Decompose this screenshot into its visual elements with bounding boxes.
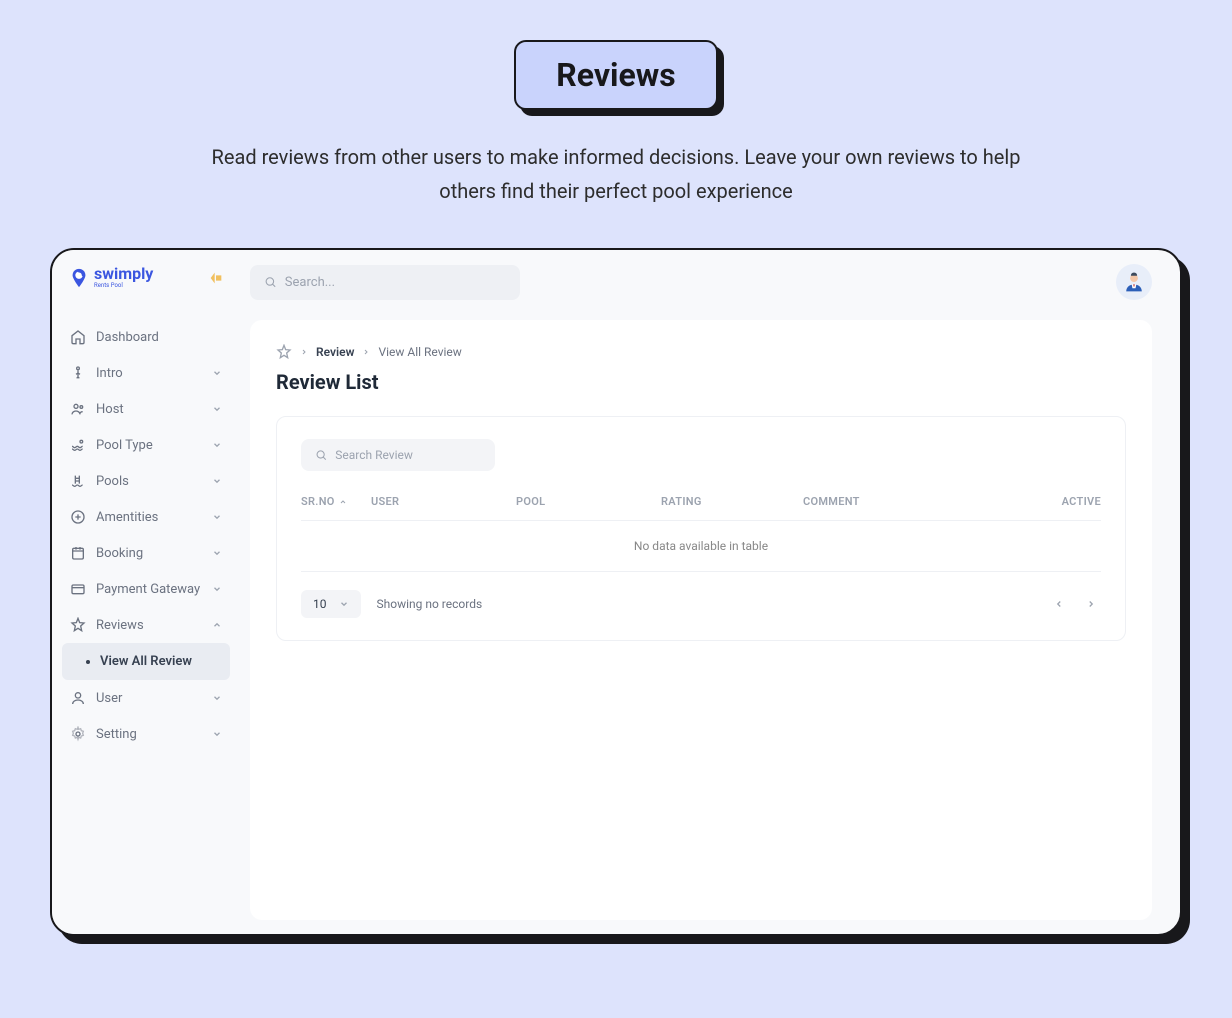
- sidebar: swimply Rents Pool Dashboard Intro: [52, 250, 240, 934]
- sidebar-item-user[interactable]: User: [62, 680, 230, 716]
- content-card: Review View All Review Review List SR.NO: [250, 320, 1152, 920]
- page-header-description: Read reviews from other users to make in…: [186, 140, 1046, 208]
- bullet-icon: [86, 660, 90, 664]
- sidebar-item-pool-type[interactable]: Pool Type: [62, 427, 230, 463]
- users-icon: [70, 401, 86, 417]
- plus-circle-icon: [70, 509, 86, 525]
- breadcrumb: Review View All Review: [276, 344, 1126, 360]
- star-icon: [70, 617, 86, 633]
- sidebar-subitem-label: View All Review: [100, 654, 192, 669]
- breadcrumb-item: View All Review: [378, 345, 461, 359]
- swim-icon: [70, 437, 86, 453]
- avatar[interactable]: [1116, 264, 1152, 300]
- sidebar-item-intro[interactable]: Intro: [62, 355, 230, 391]
- sidebar-item-payment-gateway[interactable]: Payment Gateway: [62, 571, 230, 607]
- page-size-select[interactable]: 10: [301, 590, 361, 618]
- chevron-up-icon: [212, 620, 222, 630]
- sidebar-item-dashboard[interactable]: Dashboard: [62, 319, 230, 355]
- review-search[interactable]: [301, 439, 495, 471]
- chevron-down-icon: [212, 548, 222, 558]
- sidebar-item-pools[interactable]: Pools: [62, 463, 230, 499]
- calendar-icon: [70, 545, 86, 561]
- chevron-down-icon: [339, 599, 349, 609]
- collapse-sidebar-icon[interactable]: [208, 270, 224, 286]
- table-footer: 10 Showing no records: [301, 572, 1101, 618]
- column-comment[interactable]: COMMENT: [803, 495, 971, 508]
- sidebar-item-booking[interactable]: Booking: [62, 535, 230, 571]
- column-active[interactable]: ACTIVE: [971, 495, 1101, 508]
- column-srno[interactable]: SR.NO: [301, 495, 371, 508]
- logo-tagline: Rents Pool: [94, 282, 153, 289]
- chevron-down-icon: [212, 693, 222, 703]
- column-pool[interactable]: POOL: [516, 495, 661, 508]
- logo[interactable]: swimply Rents Pool: [68, 266, 153, 289]
- gear-icon: [70, 726, 86, 742]
- global-search[interactable]: [250, 265, 520, 300]
- chevron-down-icon: [212, 368, 222, 378]
- topbar: [250, 264, 1152, 300]
- empty-state: No data available in table: [301, 521, 1101, 572]
- column-rating[interactable]: RATING: [661, 495, 803, 508]
- credit-card-icon: [70, 581, 86, 597]
- sidebar-item-label: Pool Type: [96, 438, 153, 453]
- records-text: Showing no records: [377, 597, 483, 611]
- sidebar-subitem-view-all-review[interactable]: View All Review: [62, 643, 230, 680]
- sidebar-item-setting[interactable]: Setting: [62, 716, 230, 752]
- pagination: [1049, 594, 1101, 614]
- search-icon: [315, 448, 327, 462]
- sidebar-item-reviews[interactable]: Reviews: [62, 607, 230, 643]
- logo-text: swimply: [94, 266, 153, 282]
- sidebar-item-label: User: [96, 691, 122, 706]
- sidebar-item-host[interactable]: Host: [62, 391, 230, 427]
- chevron-down-icon: [212, 584, 222, 594]
- breadcrumb-item[interactable]: Review: [316, 345, 354, 359]
- chevron-down-icon: [212, 404, 222, 414]
- main-area: Review View All Review Review List SR.NO: [240, 250, 1180, 934]
- page-size-value: 10: [313, 597, 327, 611]
- pool-icon: [70, 473, 86, 489]
- table-header: SR.NO USER POOL RATING COMMENT ACTIVE: [301, 495, 1101, 521]
- sidebar-item-label: Host: [96, 402, 124, 417]
- review-search-input[interactable]: [335, 448, 481, 462]
- chevron-down-icon: [212, 476, 222, 486]
- search-icon: [264, 275, 277, 289]
- app-window: swimply Rents Pool Dashboard Intro: [50, 248, 1182, 936]
- sidebar-item-amenities[interactable]: Amentities: [62, 499, 230, 535]
- chevron-left-icon: [1054, 599, 1064, 609]
- sidebar-item-label: Payment Gateway: [96, 582, 200, 597]
- page-title: Review List: [276, 370, 1126, 394]
- sidebar-item-label: Intro: [96, 366, 123, 381]
- star-icon: [276, 344, 292, 360]
- sidebar-item-label: Reviews: [96, 618, 144, 633]
- sidebar-item-label: Amentities: [96, 510, 158, 525]
- sidebar-item-label: Dashboard: [96, 330, 159, 345]
- chevron-down-icon: [212, 729, 222, 739]
- logo-icon: [68, 267, 90, 289]
- chevron-down-icon: [212, 440, 222, 450]
- column-user[interactable]: USER: [371, 495, 516, 508]
- sidebar-item-label: Booking: [96, 546, 143, 561]
- prev-page-button[interactable]: [1049, 594, 1069, 614]
- page-header-badge: Reviews: [514, 40, 717, 110]
- person-icon: [70, 365, 86, 381]
- next-page-button[interactable]: [1081, 594, 1101, 614]
- chevron-right-icon: [1086, 599, 1096, 609]
- list-card: SR.NO USER POOL RATING COMMENT ACTIVE No…: [276, 416, 1126, 641]
- global-search-input[interactable]: [285, 275, 506, 290]
- avatar-icon: [1120, 268, 1148, 296]
- chevron-right-icon: [362, 348, 370, 356]
- sort-asc-icon: [339, 498, 347, 506]
- home-icon: [70, 329, 86, 345]
- nav-list: Dashboard Intro Host Po: [62, 307, 230, 752]
- logo-row: swimply Rents Pool: [62, 264, 230, 307]
- sidebar-item-label: Pools: [96, 474, 129, 489]
- sidebar-item-label: Setting: [96, 727, 137, 742]
- chevron-right-icon: [300, 348, 308, 356]
- user-icon: [70, 690, 86, 706]
- chevron-down-icon: [212, 512, 222, 522]
